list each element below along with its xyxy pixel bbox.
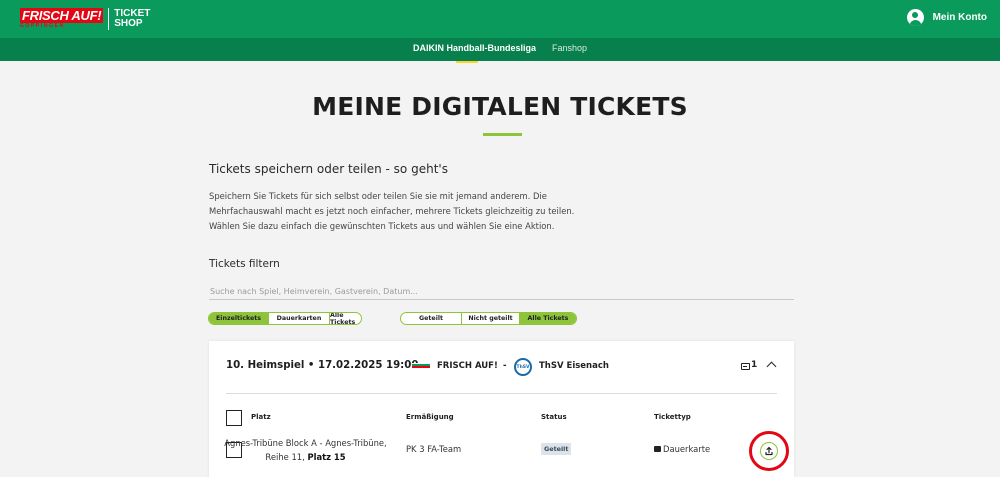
filter-geteilt[interactable]: Geteilt <box>401 313 461 324</box>
select-all-checkbox[interactable] <box>226 410 242 426</box>
column-header-status: Status <box>541 413 567 421</box>
logo-sub-text: GÖPPINGEN <box>20 23 65 29</box>
card-divider <box>226 393 777 394</box>
upload-icon <box>765 446 773 456</box>
column-header-ermaessigung: Ermäßigung <box>406 413 454 421</box>
ticket-icon <box>741 363 750 370</box>
home-team-name: FRISCH AUF! <box>437 361 498 371</box>
account-label: Mein Konto <box>932 12 987 23</box>
away-team-name: ThSV Eisenach <box>539 361 609 371</box>
howto-text: Speichern Sie Tickets für sich selbst od… <box>209 191 575 231</box>
filter-alle-tickets-type[interactable]: Alle Tickets <box>329 313 361 324</box>
filter-dauerkarten[interactable]: Dauerkarten <box>268 313 329 324</box>
event-card: 10. Heimspiel • 17.02.2025 19:00 FRISCH … <box>209 341 794 477</box>
logo-shop-line2: SHOP <box>114 18 143 29</box>
title-underline <box>483 133 522 136</box>
chevron-up-icon[interactable] <box>766 361 777 372</box>
main-nav: DAIKIN Handball-Bundesliga Fanshop <box>0 38 1000 63</box>
filter-einzeltickets[interactable]: Einzeltickets <box>209 313 268 324</box>
frisch-auf-ticketshop-logo[interactable]: FRISCH AUF! GÖPPINGEN TICKET SHOP <box>20 7 150 31</box>
team-separator: - <box>503 361 507 371</box>
logo-main-text: FRISCH AUF! <box>20 8 104 23</box>
share-status-filter: Geteilt Nicht geteilt Alle Tickets <box>400 312 577 325</box>
search-input[interactable] <box>209 283 794 300</box>
ticket-seat: Agnes-Tribüne Block A - Agnes-Tribüne, R… <box>223 436 388 464</box>
nav-item-handball-bundesliga[interactable]: DAIKIN Handball-Bundesliga <box>413 38 536 63</box>
column-header-tickettyp: Tickettyp <box>654 413 691 421</box>
howto-heading: Tickets speichern oder teilen - so geht'… <box>209 162 448 176</box>
filter-heading: Tickets filtern <box>209 258 280 270</box>
event-title: 10. Heimspiel • 17.02.2025 19:00 <box>226 360 419 371</box>
ticket-type-filter: Einzeltickets Dauerkarten Alle Tickets <box>208 312 362 325</box>
share-button[interactable] <box>760 442 778 460</box>
page-title: MEINE DIGITALEN TICKETS <box>312 92 688 121</box>
ticketshop-logo: TICKET SHOP <box>114 9 150 29</box>
away-team-logo: ThSV <box>514 358 532 376</box>
status-badge: Geteilt <box>541 443 572 455</box>
user-icon <box>906 9 924 26</box>
home-team-logo <box>412 363 430 369</box>
frisch-auf-logo: FRISCH AUF! GÖPPINGEN <box>20 8 104 29</box>
ticket-seat-number: Platz 15 <box>307 452 346 462</box>
top-header: FRISCH AUF! GÖPPINGEN TICKET SHOP Mein K… <box>0 0 1000 38</box>
column-header-platz: Platz <box>251 413 271 421</box>
filter-alle-tickets-share[interactable]: Alle Tickets <box>519 313 576 324</box>
filter-nicht-geteilt[interactable]: Nicht geteilt <box>461 313 519 324</box>
ticket-seat-location: Agnes-Tribüne Block A - Agnes-Tribüne, R… <box>224 438 387 462</box>
ticket-type: Dauerkarte <box>663 444 711 454</box>
ticket-count: 1 <box>751 360 758 370</box>
account-button[interactable]: Mein Konto <box>906 9 987 26</box>
ticket-discount: PK 3 FA-Team <box>406 444 462 454</box>
nav-item-fanshop[interactable]: Fanshop <box>552 38 587 61</box>
logo-divider <box>108 8 110 30</box>
ticket-type-icon <box>654 446 661 452</box>
